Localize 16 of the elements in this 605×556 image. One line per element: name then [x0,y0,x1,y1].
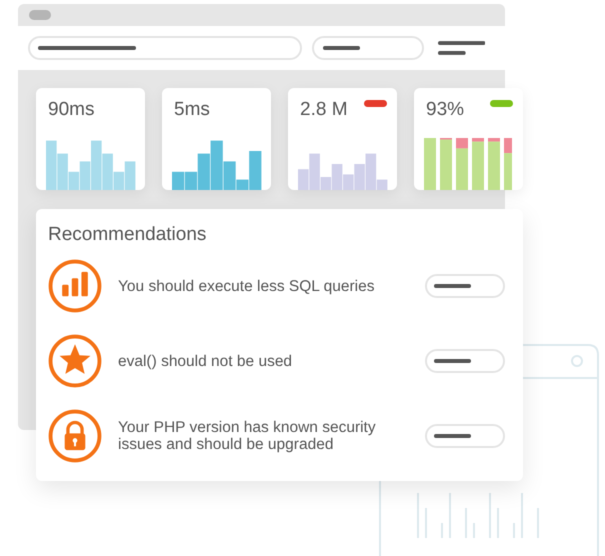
metric-value: 93% [426,98,464,122]
dropdown-field[interactable] [312,36,424,60]
metric-value: 90ms [48,98,94,122]
recommendation-text: eval() should not be used [118,352,294,370]
metric-value: 5ms [174,98,210,122]
action-toggle[interactable] [425,424,505,448]
chart-icon [48,259,102,313]
metric-value: 2.8 M [300,98,348,122]
action-toggle[interactable] [425,274,505,298]
lock-icon [48,409,102,463]
recommendation-text: Your PHP version has known security issues and should be upgraded [118,419,377,453]
action-toggle[interactable] [425,349,505,373]
card-title: Recommendations [48,223,208,247]
recommendation-text: You should execute less SQL queries [118,278,376,294]
menu-icon[interactable] [438,40,486,56]
search-field[interactable] [28,36,302,60]
